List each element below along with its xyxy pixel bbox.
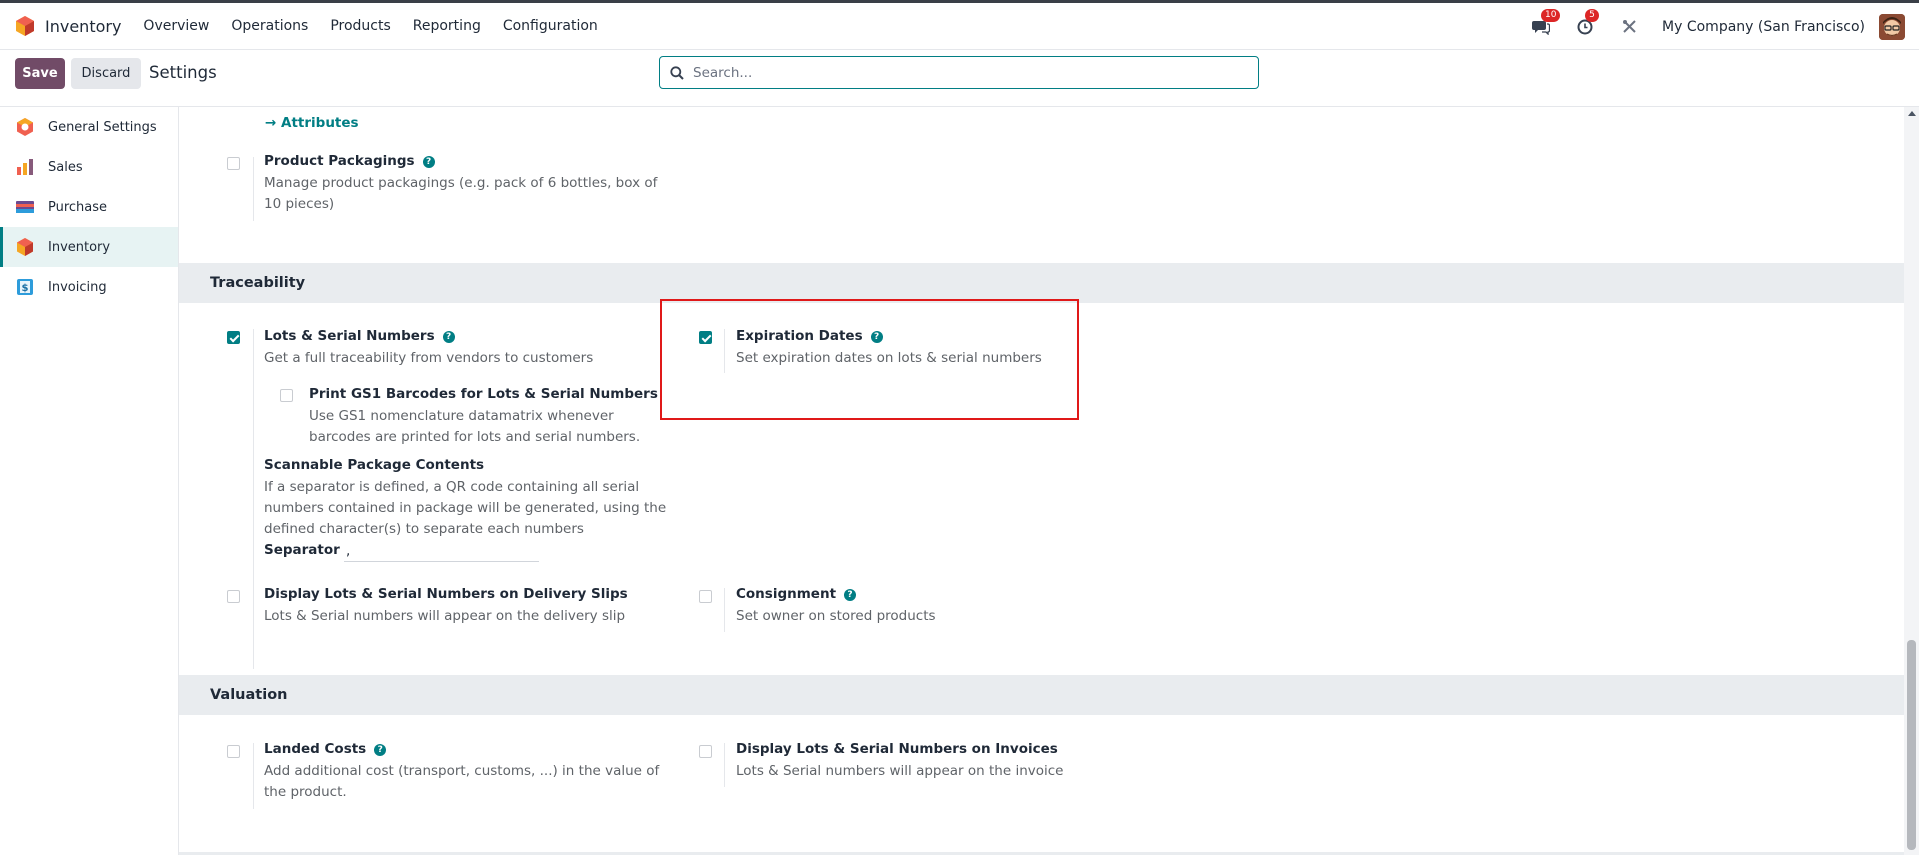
delivery-slips-title: Display Lots & Serial Numbers on Deliver… (264, 586, 628, 602)
invoicing-icon: $ (17, 279, 33, 295)
setting-divider (724, 588, 725, 632)
inventory-app-icon[interactable] (15, 15, 35, 37)
sidebar-item-label: Purchase (48, 199, 108, 215)
lots-serial-desc: Get a full traceability from vendors to … (264, 350, 594, 366)
menu-configuration[interactable]: Configuration (503, 18, 598, 34)
sidebar-item-invoicing[interactable]: $ Invoicing (0, 267, 178, 307)
sidebar-item-inventory[interactable]: Inventory (0, 227, 178, 267)
help-icon[interactable]: ? (844, 589, 857, 601)
setting-divider (724, 743, 725, 787)
product-packagings-title: Product Packagings? (264, 153, 435, 169)
sidebar-item-label: General Settings (48, 119, 157, 135)
separator-input[interactable] (344, 540, 539, 562)
lots-serial-checkbox[interactable] (227, 331, 240, 344)
section-header-valuation: Valuation (179, 675, 1904, 715)
control-panel: Save Discard Settings (0, 50, 1919, 107)
user-avatar[interactable] (1879, 13, 1905, 40)
consignment-label: Consignment (736, 586, 837, 602)
discard-button[interactable]: Discard (71, 58, 141, 89)
settings-sidebar: General Settings Sales Purchase Inventor… (0, 107, 179, 855)
save-button[interactable]: Save (15, 58, 65, 89)
odoo-icon (17, 118, 33, 136)
svg-text:$: $ (22, 283, 29, 294)
scannable-package-title: Scannable Package Contents (264, 457, 485, 473)
help-icon[interactable]: ? (442, 331, 455, 343)
invoices-lots-desc: Lots & Serial numbers will appear on the… (736, 763, 1064, 779)
setting-divider (253, 329, 254, 669)
landed-costs-title: Landed Costs? (264, 741, 387, 757)
messages-button[interactable]: 10 (1530, 8, 1561, 38)
scroll-thumb[interactable] (1907, 640, 1916, 850)
landed-costs-checkbox[interactable] (227, 745, 240, 758)
attributes-link[interactable]: → Attributes (265, 115, 359, 131)
invoices-lots-title: Display Lots & Serial Numbers on Invoice… (736, 741, 1058, 757)
scroll-up-arrow-icon[interactable] (1908, 111, 1916, 116)
delivery-slips-desc: Lots & Serial numbers will appear on the… (264, 608, 626, 624)
menu-operations[interactable]: Operations (231, 18, 308, 34)
sidebar-item-purchase[interactable]: Purchase (0, 187, 178, 227)
help-icon[interactable]: ? (422, 156, 435, 168)
consignment-desc: Set owner on stored products (736, 608, 936, 624)
settings-content: → Attributes Product Packagings? Manage … (179, 107, 1904, 855)
setting-divider (253, 157, 254, 221)
search-bar[interactable] (659, 56, 1259, 89)
landed-costs-desc: Add additional cost (transport, customs,… (264, 763, 660, 800)
search-icon (670, 65, 684, 80)
section-header-traceability: Traceability (179, 263, 1904, 303)
sidebar-item-sales[interactable]: Sales (0, 147, 178, 187)
company-switcher[interactable]: My Company (San Francisco) (1662, 19, 1865, 35)
lots-serial-title: Lots & Serial Numbers? (264, 328, 455, 344)
product-packagings-checkbox[interactable] (227, 157, 240, 170)
activities-badge: 5 (1585, 8, 1600, 22)
scannable-package-desc: If a separator is defined, a QR code con… (264, 479, 667, 537)
separator-label: Separator (264, 542, 340, 558)
gs1-barcodes-desc: Use GS1 nomenclature datamatrix whenever… (309, 408, 641, 445)
sidebar-item-general-settings[interactable]: General Settings (0, 107, 178, 147)
attributes-link-label: Attributes (281, 115, 359, 131)
page-title: Settings (149, 63, 217, 82)
consignment-checkbox[interactable] (699, 590, 712, 603)
setting-divider (253, 743, 254, 809)
arrow-right-icon: → (265, 115, 277, 131)
consignment-title: Consignment? (736, 586, 857, 602)
product-packagings-label: Product Packagings (264, 153, 415, 169)
help-icon[interactable]: ? (374, 744, 387, 756)
inventory-icon (17, 238, 33, 256)
product-packagings-desc: Manage product packagings (e.g. pack of … (264, 175, 658, 212)
gs1-barcodes-title: Print GS1 Barcodes for Lots & Serial Num… (309, 386, 658, 402)
landed-costs-label: Landed Costs (264, 741, 367, 757)
sidebar-item-label: Sales (48, 159, 83, 175)
menu-reporting[interactable]: Reporting (413, 18, 481, 34)
sidebar-item-label: Invoicing (48, 279, 107, 295)
activities-button[interactable]: 5 (1574, 8, 1600, 38)
menu-products[interactable]: Products (330, 18, 390, 34)
highlight-box (660, 299, 1079, 420)
lots-serial-label: Lots & Serial Numbers (264, 328, 435, 344)
debug-tools-button[interactable] (1618, 16, 1640, 38)
top-navbar: Inventory Overview Operations Products R… (0, 0, 1919, 50)
tools-icon (1622, 20, 1636, 33)
invoices-lots-checkbox[interactable] (699, 745, 712, 758)
messages-badge: 10 (1541, 8, 1561, 22)
scrollbar[interactable] (1904, 107, 1919, 855)
sales-icon (17, 159, 33, 175)
purchase-icon (16, 201, 34, 213)
menu-overview[interactable]: Overview (143, 18, 209, 34)
app-name[interactable]: Inventory (45, 17, 121, 36)
gs1-barcodes-checkbox[interactable] (280, 389, 293, 402)
search-input[interactable] (693, 64, 1233, 81)
avatar-icon (1879, 13, 1905, 40)
delivery-slips-checkbox[interactable] (227, 590, 240, 603)
sidebar-item-label: Inventory (48, 239, 111, 255)
